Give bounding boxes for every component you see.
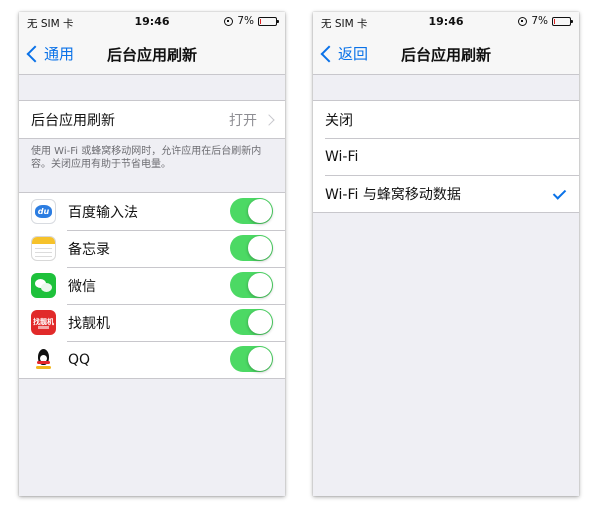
battery-level (554, 18, 555, 24)
option-off[interactable]: 关闭 (313, 101, 579, 138)
right-screen: 无 SIM 卡 19:46 7% 返回 后台应用刷新 关闭 Wi-Fi Wi-F… (313, 12, 579, 496)
background-refresh-group: 后台应用刷新 打开 (19, 100, 285, 139)
checkmark-icon (552, 186, 567, 200)
option-label: Wi-Fi (325, 148, 359, 165)
baidu-input-icon: du (31, 199, 56, 224)
toggle-knob (248, 310, 272, 334)
status-bar: 无 SIM 卡 19:46 7% (313, 12, 579, 32)
battery-icon (258, 16, 279, 26)
option-wifi[interactable]: Wi-Fi (313, 138, 579, 175)
app-row-qq: QQ (19, 341, 285, 378)
battery-level (260, 18, 261, 24)
app-list: du 百度输入法 备忘录 微信 找靓机 找靓机 QQ (19, 192, 285, 379)
page-title: 后台应用刷新 (106, 46, 197, 64)
row-value: 打开 (229, 112, 257, 129)
app-name: 备忘录 (68, 241, 110, 258)
zhaoliangji-icon: 找靓机 (31, 310, 56, 335)
refresh-options-group: 关闭 Wi-Fi Wi-Fi 与蜂窝移动数据 (313, 100, 579, 213)
battery-percent: 7% (531, 15, 548, 27)
battery-icon (552, 16, 573, 26)
navigation-bar: 通用 后台应用刷新 (19, 32, 285, 75)
option-wifi-cellular[interactable]: Wi-Fi 与蜂窝移动数据 (313, 175, 579, 212)
row-label: 后台应用刷新 (31, 112, 115, 129)
footnote: 使用 Wi-Fi 或蜂窝移动网时，允许应用在后台刷新内容。关闭应用有助于节省电量… (31, 146, 262, 170)
app-row-wechat: 微信 (19, 267, 285, 304)
app-name: QQ (68, 351, 91, 368)
status-bar: 无 SIM 卡 19:46 7% (19, 12, 285, 32)
orientation-lock-icon (518, 16, 528, 26)
app-name: 百度输入法 (68, 204, 138, 221)
chevron-right-icon (263, 113, 275, 126)
app-name: 微信 (68, 278, 96, 295)
orientation-lock-icon (224, 16, 234, 26)
app-row-baidu: du 百度输入法 (19, 193, 285, 230)
status-right: 7% (518, 15, 573, 27)
toggle-knob (248, 347, 272, 371)
toggle-knob (248, 273, 272, 297)
toggle-zhaoliangji[interactable] (230, 309, 273, 335)
background-refresh-row[interactable]: 后台应用刷新 打开 (19, 101, 285, 138)
toggle-knob (248, 199, 272, 223)
toggle-baidu[interactable] (230, 198, 273, 224)
toggle-knob (248, 236, 272, 260)
toggle-wechat[interactable] (230, 272, 273, 298)
option-label: Wi-Fi 与蜂窝移动数据 (325, 186, 461, 203)
toggle-qq[interactable] (230, 346, 273, 372)
app-name: 找靓机 (68, 315, 110, 332)
navigation-bar: 返回 后台应用刷新 (313, 32, 579, 75)
app-row-zhaoliangji: 找靓机 找靓机 (19, 304, 285, 341)
status-right: 7% (224, 15, 279, 27)
row-detail: 打开 (229, 110, 275, 130)
notes-icon (31, 236, 56, 261)
page-title: 后台应用刷新 (400, 46, 491, 64)
app-row-notes: 备忘录 (19, 230, 285, 267)
left-screen: 无 SIM 卡 19:46 7% 通用 后台应用刷新 后台应用刷新 打开 使用 … (19, 12, 285, 496)
qq-icon (31, 347, 56, 372)
toggle-notes[interactable] (230, 235, 273, 261)
option-label: 关闭 (325, 112, 353, 129)
wechat-icon (31, 273, 56, 298)
battery-percent: 7% (237, 15, 254, 27)
